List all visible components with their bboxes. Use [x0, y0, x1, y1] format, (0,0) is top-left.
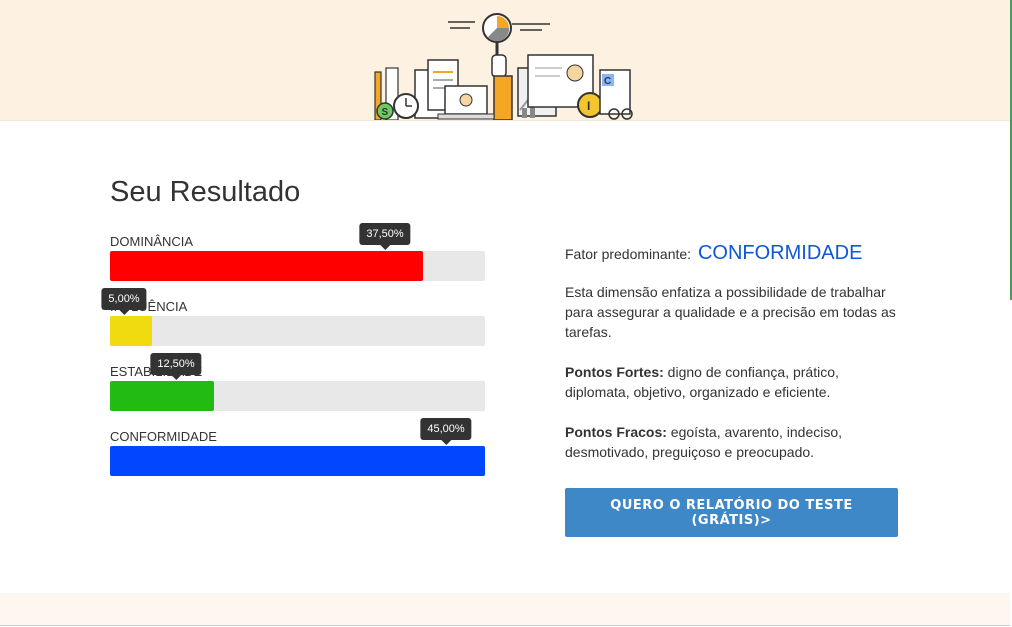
- value-tooltip: 37,50%: [359, 223, 411, 250]
- predominant-factor: Fator predominante: CONFORMIDADE: [565, 240, 900, 266]
- bar-label: DOMINÂNCIA: [110, 234, 194, 249]
- strengths: Pontos Fortes: digno de confiança, práti…: [565, 362, 900, 402]
- value-tooltip: 12,50%: [150, 353, 202, 380]
- bar-label: INFLUÊNCIA: [110, 299, 188, 314]
- factor-label: Fator predominante:: [565, 246, 692, 262]
- factor-description: Esta dimensão enfatiza a possibilidade d…: [565, 284, 896, 340]
- bar-fill: [110, 446, 485, 476]
- svg-text:I: I: [587, 99, 590, 113]
- bar-dominancia: DOMINÂNCIA 37,50%: [110, 223, 485, 281]
- bar-track: 12,50%: [110, 353, 485, 411]
- bar-track: 37,50%: [110, 223, 485, 281]
- report-cta-button[interactable]: QUERO O RELATÓRIO DO TESTE (GRÁTIS)>: [565, 488, 898, 537]
- bar-track: 5,00%: [101, 288, 485, 346]
- result-title: Seu Resultado: [110, 176, 301, 208]
- header-banner: S D I C: [0, 0, 1010, 121]
- strengths-label: Pontos Fortes:: [565, 364, 664, 380]
- svg-text:S: S: [382, 107, 389, 118]
- summary-panel: Fator predominante: CONFORMIDADE Esta di…: [565, 240, 900, 462]
- footer-band: [0, 593, 1010, 626]
- bar-fill: [110, 251, 423, 281]
- weaknesses-label: Pontos Fracos:: [565, 424, 667, 440]
- factor-value: CONFORMIDADE: [697, 242, 863, 264]
- dashboard-analytics-illustration: S D I C: [374, 13, 633, 120]
- weaknesses: Pontos Fracos: egoísta, avarento, indeci…: [565, 422, 900, 462]
- svg-text:C: C: [604, 76, 611, 87]
- bar-fill: [110, 381, 214, 411]
- bar-fill: [110, 316, 152, 346]
- bar-estabilidade: ESTABILIDADE 12,50%: [110, 353, 485, 411]
- bar-influencia: INFLUÊNCIA 5,00%: [101, 288, 485, 346]
- value-tooltip: 5,00%: [101, 288, 147, 315]
- value-tooltip: 45,00%: [420, 418, 472, 445]
- bar-conformidade: CONFORMIDADE 45,00%: [110, 418, 485, 476]
- bar-track: 45,00%: [110, 418, 485, 476]
